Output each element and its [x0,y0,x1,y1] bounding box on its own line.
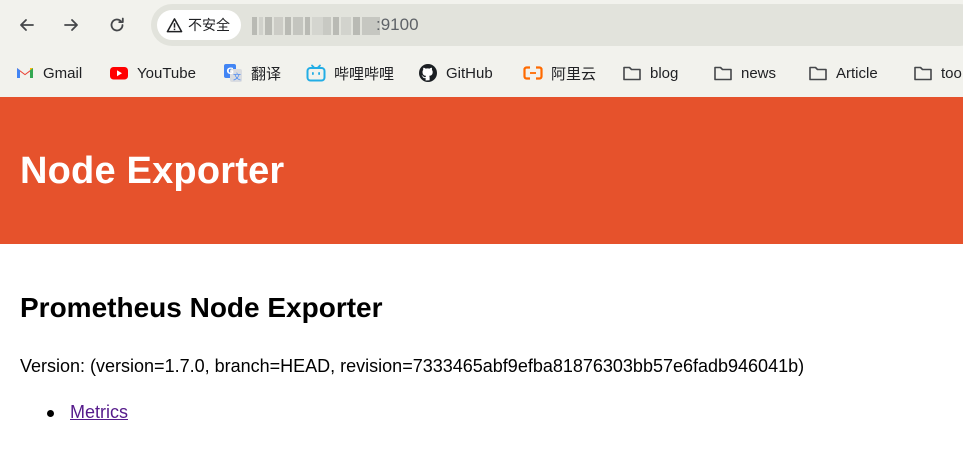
bookmark-folder-news[interactable]: news [713,62,776,84]
bookmark-label: 翻译 [251,65,282,83]
header-banner: Node Exporter [0,97,963,244]
reload-icon [110,17,124,32]
aliyun-icon [523,63,543,83]
folder-icon [913,63,933,83]
url-redacted [252,17,326,35]
bookmark-aliyun[interactable]: 阿里云 [523,62,596,84]
svg-text:文: 文 [233,72,241,82]
reload-button[interactable] [101,9,133,41]
list-item: Metrics [47,402,128,423]
bookmark-label: 阿里云 [551,65,597,83]
bookmark-folder-article[interactable]: Article [808,62,878,84]
folder-icon [713,63,733,83]
bookmark-label: news [741,64,777,82]
bullet-icon [47,410,54,417]
bookmark-label: blog [650,64,679,82]
security-label: 不安全 [188,17,230,33]
url-text: :9100 [376,15,419,34]
bookmark-label: Gmail [43,64,83,82]
warning-triangle-icon [166,17,183,32]
back-button[interactable] [11,9,43,41]
metrics-link[interactable]: Metrics [70,402,128,422]
gmail-icon [15,63,35,83]
banner-title: Node Exporter [20,150,285,192]
translate-icon: G文 [223,63,243,83]
bookmark-folder-too[interactable]: too [913,62,962,84]
bookmark-gmail[interactable]: Gmail [15,62,82,84]
arrow-left-icon [20,19,34,31]
bookmark-translate[interactable]: G文 翻译 [223,62,281,84]
bookmarks-bar: Gmail YouTube G文 翻译 哔哩哔哩 GitHub 阿里云 blog… [0,49,963,97]
folder-icon [622,63,642,83]
address-bar[interactable]: 不安全 :9100 [151,4,963,46]
bookmark-label: YouTube [137,64,196,82]
bookmark-label: 哔哩哔哩 [334,65,395,83]
link-list: Metrics [47,402,128,423]
bookmark-label: too [941,64,962,82]
bilibili-icon [306,63,326,83]
arrow-right-icon [64,19,78,31]
browser-toolbar: 不安全 :9100 [0,0,963,49]
bookmark-github[interactable]: GitHub [418,62,493,84]
security-indicator[interactable]: 不安全 [157,10,241,40]
forward-button[interactable] [55,9,87,41]
bookmark-label: Article [836,64,878,82]
bookmark-label: GitHub [446,64,493,82]
github-icon [418,63,438,83]
version-info: Version: (version=1.7.0, branch=HEAD, re… [20,356,805,376]
bookmark-folder-blog[interactable]: blog [622,62,678,84]
url-redacted-2 [323,17,380,35]
bookmark-youtube[interactable]: YouTube [109,62,196,84]
folder-icon [808,63,828,83]
bookmark-bilibili[interactable]: 哔哩哔哩 [306,62,394,84]
page-heading: Prometheus Node Exporter [20,292,383,323]
youtube-icon [109,63,129,83]
